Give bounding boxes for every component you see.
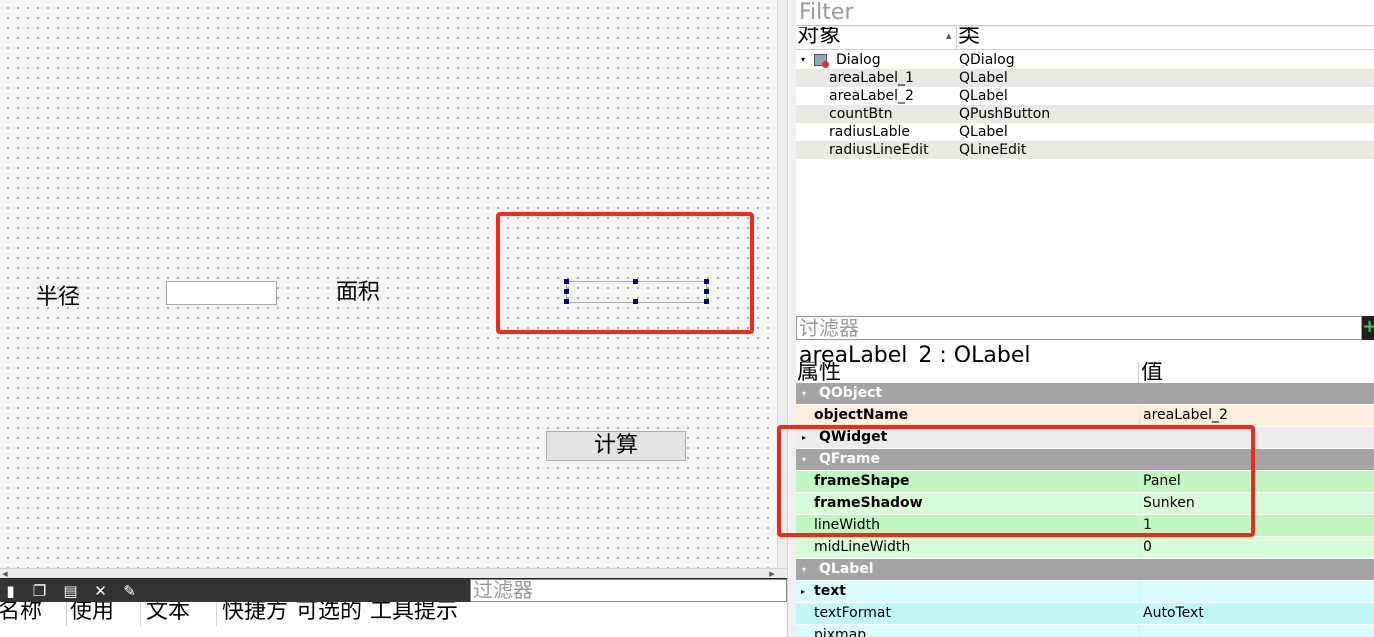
- collapse-arrow-icon[interactable]: ▾: [802, 383, 806, 404]
- tree-class-name: QLabel: [959, 70, 1008, 86]
- prop-name: midLineWidth: [814, 539, 911, 555]
- tree-object-name: radiusLineEdit: [829, 142, 929, 158]
- expand-arrow-icon[interactable]: ▸: [801, 581, 805, 602]
- prop-text[interactable]: ▸ text: [796, 581, 1374, 603]
- prop-name: objectName: [814, 407, 909, 423]
- area-label-1[interactable]: 面积: [336, 280, 380, 306]
- highlight-box-qframe: [777, 425, 1255, 537]
- col-value[interactable]: 值: [1141, 362, 1163, 383]
- count-button[interactable]: 计算: [546, 431, 686, 461]
- tree-row-arealabel-1[interactable]: areaLabel_1 QLabel: [796, 69, 1374, 87]
- column-separator: [956, 27, 957, 49]
- sort-ascending-icon: ▲: [946, 32, 952, 40]
- column-separator: [216, 602, 217, 626]
- object-tree: ▾ Dialog QDialog areaLabel_1 QLabel area…: [796, 50, 1374, 315]
- cell-separator: [1139, 625, 1140, 637]
- radius-line-edit[interactable]: [166, 281, 277, 305]
- tree-object-name: areaLabel_2: [829, 88, 914, 104]
- tree-class-name: QLineEdit: [959, 142, 1027, 158]
- tree-row-dialog[interactable]: ▾ Dialog QDialog: [796, 51, 1374, 69]
- tree-object-name: Dialog: [836, 52, 881, 68]
- tree-class-name: QPushButton: [959, 106, 1051, 122]
- prop-name: pixmap: [814, 627, 867, 637]
- object-inspector-header: 对象 ▲ 类: [796, 27, 1374, 50]
- prop-midlinewidth[interactable]: midLineWidth 0: [796, 537, 1374, 559]
- add-property-icon[interactable]: +: [1362, 316, 1374, 340]
- prop-name: textFormat: [814, 605, 891, 621]
- selected-object-name: areaLabel_2 : QLabel: [799, 343, 1031, 362]
- action-editor-header: 名称 使用 文本 快捷方 可选的 工具提示: [0, 602, 795, 637]
- prop-value[interactable]: areaLabel_2: [1143, 405, 1228, 426]
- col-shortcut[interactable]: 快捷方: [222, 602, 288, 625]
- group-qlabel[interactable]: ▾ QLabel: [796, 559, 1374, 581]
- property-filter-input[interactable]: 讨滤器: [796, 316, 1362, 340]
- tree-object-name: areaLabel_1: [829, 70, 914, 86]
- col-tooltip[interactable]: 工具提示: [370, 602, 458, 625]
- col-property[interactable]: 属性: [797, 362, 841, 383]
- cell-separator: [1139, 405, 1140, 427]
- tree-object-name: radiusLable: [829, 124, 911, 140]
- prop-objectname[interactable]: objectName areaLabel_2: [796, 405, 1374, 427]
- highlight-box-label: [496, 212, 754, 334]
- collapse-arrow-icon[interactable]: ▾: [802, 559, 806, 580]
- prop-value[interactable]: AutoText: [1143, 603, 1204, 624]
- col-class[interactable]: 类: [958, 27, 980, 49]
- col-used[interactable]: 使用: [70, 602, 114, 625]
- column-separator: [66, 602, 67, 626]
- delete-action-icon[interactable]: ✕: [92, 582, 109, 600]
- group-label: QLabel: [819, 561, 874, 577]
- collapse-arrow-icon[interactable]: ▾: [801, 51, 805, 69]
- col-text[interactable]: 文本: [146, 602, 190, 625]
- radius-label[interactable]: 半径: [36, 285, 80, 311]
- tree-row-radiuslable[interactable]: radiusLable QLabel: [796, 123, 1374, 141]
- tree-row-countbtn[interactable]: countBtn QPushButton: [796, 105, 1374, 123]
- new-action-icon[interactable]: ▮: [2, 582, 19, 600]
- action-filter-input[interactable]: 过滤器: [470, 579, 787, 602]
- prop-name: text: [814, 583, 846, 599]
- column-separator: [140, 602, 141, 626]
- property-object-title: areaLabel_2 : QLabel: [796, 341, 1374, 362]
- panel-splitter[interactable]: [787, 0, 796, 637]
- property-editor-header: 属性 值: [796, 362, 1374, 384]
- configure-icon[interactable]: ✎: [121, 582, 138, 600]
- object-filter-input[interactable]: Filter: [796, 0, 1374, 26]
- group-label: QObject: [819, 385, 883, 401]
- prop-pixmap[interactable]: pixmap: [796, 625, 1374, 637]
- copy-action-icon[interactable]: ❐: [31, 582, 48, 600]
- tree-row-arealabel-2[interactable]: areaLabel_2 QLabel: [796, 87, 1374, 105]
- tree-row-radiuslineedit[interactable]: radiusLineEdit QLineEdit: [796, 141, 1374, 159]
- edit-action-icon[interactable]: ▤: [62, 582, 79, 600]
- column-separator: [1138, 362, 1139, 383]
- col-checkable[interactable]: 可选的: [296, 602, 362, 625]
- cell-separator: [1139, 581, 1140, 603]
- tree-class-name: QDialog: [959, 52, 1015, 68]
- tree-object-name: countBtn: [829, 106, 893, 122]
- col-object[interactable]: 对象: [797, 27, 841, 49]
- tree-class-name: QLabel: [959, 88, 1008, 104]
- col-name[interactable]: 名称: [0, 602, 42, 625]
- dialog-icon: [814, 54, 829, 68]
- tree-class-name: QLabel: [959, 124, 1008, 140]
- prop-textformat[interactable]: textFormat AutoText: [796, 603, 1374, 625]
- group-qobject[interactable]: ▾ QObject: [796, 383, 1374, 405]
- cell-separator: [1139, 537, 1140, 559]
- cell-separator: [1139, 603, 1140, 625]
- form-canvas[interactable]: 半径 面积 计算: [0, 0, 787, 578]
- prop-value[interactable]: 0: [1143, 537, 1152, 558]
